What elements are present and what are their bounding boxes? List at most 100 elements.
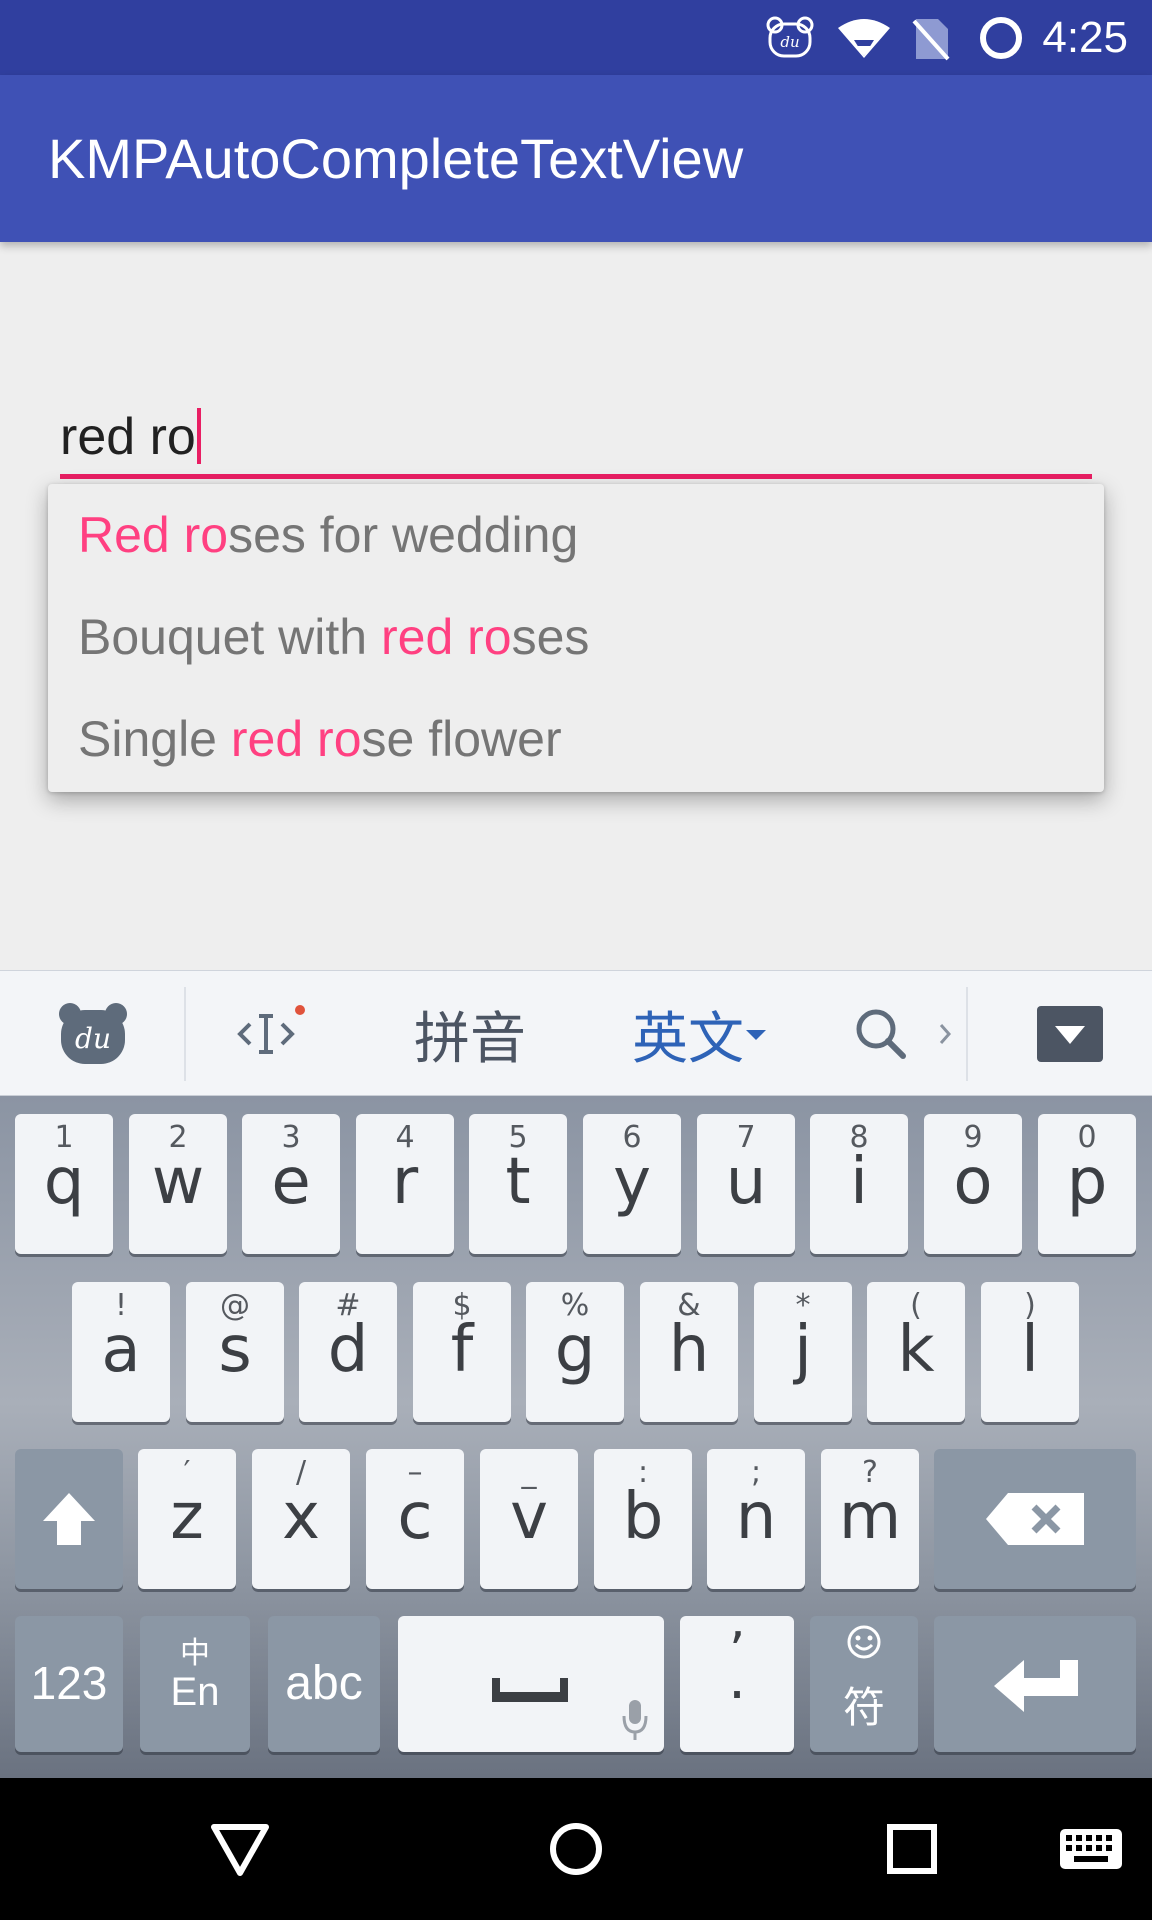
- key-y[interactable]: 6y: [583, 1114, 681, 1254]
- key-label: 123: [30, 1657, 108, 1709]
- key-q[interactable]: 1q: [15, 1114, 113, 1254]
- key-p[interactable]: 0p: [1038, 1114, 1136, 1254]
- key-j[interactable]: * j: [754, 1282, 852, 1422]
- key-label: t: [505, 1145, 531, 1219]
- key-label-bottom: ·: [728, 1663, 746, 1728]
- key-c[interactable]: – c: [366, 1449, 464, 1589]
- key-g[interactable]: % g: [526, 1282, 624, 1422]
- key-d[interactable]: # d: [299, 1282, 397, 1422]
- suggestion-match: red ro: [230, 711, 362, 767]
- key-b[interactable]: :b: [594, 1449, 692, 1589]
- key-v[interactable]: _ v: [480, 1449, 578, 1589]
- key-r[interactable]: 4r: [356, 1114, 454, 1254]
- english-mode-button[interactable]: 英文: [620, 971, 780, 1097]
- input-value: red ro: [60, 408, 196, 466]
- punctuation-key[interactable]: ’ ·: [680, 1616, 794, 1752]
- backspace-icon: [986, 1493, 1084, 1545]
- search-icon[interactable]: [846, 971, 916, 1097]
- suggestion-item[interactable]: Red roses for wedding: [78, 484, 578, 586]
- suggestion-suffix: ses for wedding: [228, 507, 579, 563]
- enter-icon: [994, 1660, 1078, 1712]
- back-icon[interactable]: [190, 1778, 290, 1920]
- space-bar-icon: [492, 1678, 568, 1702]
- suggestion-item[interactable]: Single red rose flower: [78, 688, 562, 790]
- suggestion-suffix: se flower: [361, 711, 562, 767]
- key-z[interactable]: ′ z: [138, 1449, 236, 1589]
- text-caret: [196, 408, 201, 464]
- toolbar-divider: [184, 987, 186, 1081]
- suggestion-prefix: Single: [78, 711, 231, 767]
- key-label: h: [668, 1313, 710, 1387]
- soft-keyboard: du 拼音 英文 1 q 2 w 3 e 4 r 5 t 6 y 7 u 8 i…: [0, 970, 1152, 1778]
- svg-text:du: du: [75, 1022, 111, 1055]
- status-bar: du 4:25: [0, 0, 1152, 75]
- app-bar: KMPAutoCompleteTextView: [0, 75, 1152, 242]
- recents-icon[interactable]: [862, 1778, 962, 1920]
- backspace-key[interactable]: [934, 1449, 1136, 1589]
- space-key[interactable]: [398, 1616, 664, 1752]
- suggestion-dropdown: Red roses for wedding Bouquet with red r…: [48, 484, 1104, 792]
- chevron-right-icon[interactable]: [930, 971, 960, 1097]
- key-label: o: [953, 1145, 993, 1219]
- key-label: l: [1021, 1313, 1039, 1387]
- abc-key[interactable]: abc: [268, 1616, 380, 1752]
- language-switch-key[interactable]: 中 En: [140, 1616, 250, 1752]
- suggestion-item[interactable]: Bouquet with red roses: [78, 586, 589, 688]
- toolbar-divider: [966, 987, 968, 1081]
- du-logo-icon[interactable]: du: [48, 971, 138, 1097]
- key-t[interactable]: 5t: [469, 1114, 567, 1254]
- key-label: c: [397, 1480, 433, 1554]
- key-e[interactable]: 3e: [242, 1114, 340, 1254]
- key-label: v: [510, 1480, 548, 1554]
- key-label: y: [613, 1145, 651, 1219]
- keyboard-toolbar: du 拼音 英文: [0, 970, 1152, 1096]
- key-label: f: [450, 1313, 474, 1387]
- key-l[interactable]: ) l: [981, 1282, 1079, 1422]
- svg-text:du: du: [780, 33, 799, 51]
- wifi-icon: [834, 0, 894, 75]
- key-label: k: [897, 1313, 935, 1387]
- key-s[interactable]: @ s: [186, 1282, 284, 1422]
- pinyin-mode-button[interactable]: 拼音: [400, 971, 540, 1097]
- key-k[interactable]: (k: [867, 1282, 965, 1422]
- mic-icon: [622, 1700, 648, 1740]
- key-label: s: [218, 1313, 252, 1387]
- key-i[interactable]: 8i: [810, 1114, 908, 1254]
- hide-keyboard-icon[interactable]: [1020, 971, 1120, 1097]
- key-n[interactable]: ; n: [707, 1449, 805, 1589]
- key-m[interactable]: ? m: [821, 1449, 919, 1589]
- key-label: n: [735, 1480, 777, 1554]
- key-f[interactable]: $ f: [413, 1282, 511, 1422]
- suggestion-suffix: ses: [511, 609, 590, 665]
- key-h[interactable]: & h: [640, 1282, 738, 1422]
- key-x[interactable]: / x: [252, 1449, 350, 1589]
- status-time: 4:25: [1042, 12, 1128, 62]
- key-label-bottom: En: [170, 1670, 220, 1714]
- keyboard-switch-icon[interactable]: [1056, 1778, 1126, 1920]
- english-mode-label: 英文: [632, 1006, 744, 1072]
- cursor-icon[interactable]: [230, 971, 310, 1097]
- symbols-key[interactable]: 符: [810, 1616, 918, 1752]
- suggestion-prefix: Bouquet with: [78, 609, 381, 665]
- smiley-icon: [847, 1625, 881, 1659]
- key-label: a: [101, 1313, 141, 1387]
- key-u[interactable]: 7u: [697, 1114, 795, 1254]
- shift-key[interactable]: [15, 1449, 123, 1589]
- key-a[interactable]: ! a: [72, 1282, 170, 1422]
- key-label-top: 中: [180, 1636, 210, 1671]
- key-label: d: [327, 1313, 369, 1387]
- dropdown-triangle-icon: [746, 1030, 766, 1040]
- autocomplete-input[interactable]: red ro: [60, 400, 1092, 480]
- key-o[interactable]: 9o: [924, 1114, 1022, 1254]
- key-w[interactable]: 2w: [129, 1114, 227, 1254]
- key-label: w: [151, 1145, 205, 1219]
- no-sim-icon: [906, 0, 956, 75]
- enter-key[interactable]: [934, 1616, 1136, 1752]
- home-icon[interactable]: [526, 1778, 626, 1920]
- key-label: e: [271, 1145, 311, 1219]
- key-label: r: [391, 1145, 419, 1219]
- du-bear-icon: du: [760, 0, 820, 75]
- numbers-key[interactable]: 123: [15, 1616, 123, 1752]
- key-label: b: [622, 1480, 664, 1554]
- suggestion-match: red ro: [380, 609, 512, 665]
